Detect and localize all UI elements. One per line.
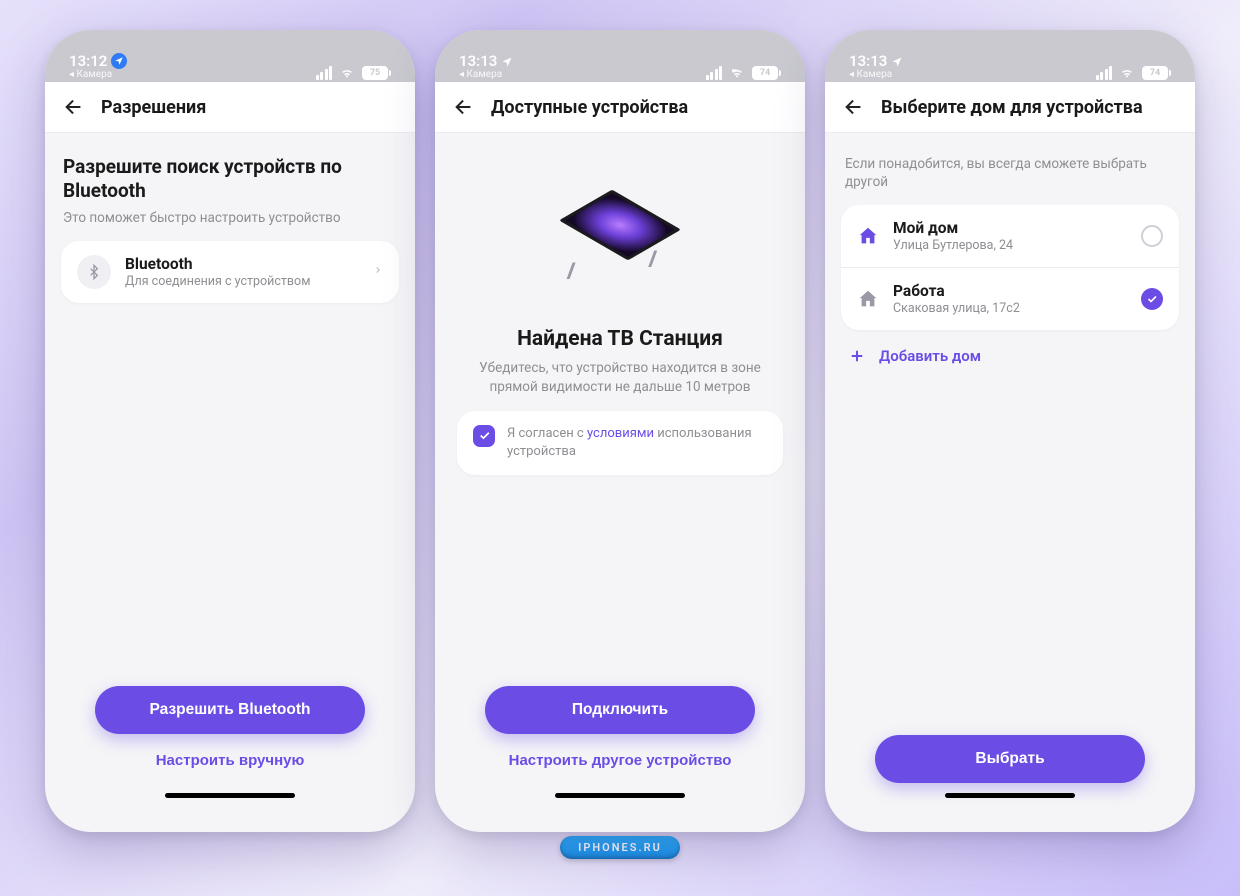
info-text: Если понадобится, вы всегда сможете выбр… bbox=[845, 155, 1175, 191]
status-back-app[interactable]: ◂ Камера bbox=[69, 70, 127, 80]
home-indicator[interactable] bbox=[555, 793, 685, 798]
cell-signal-icon bbox=[706, 66, 723, 80]
home-indicator[interactable] bbox=[945, 793, 1075, 798]
phone-available-devices: 13:13 ◂ Камера 74 Доступные устройства bbox=[435, 30, 805, 832]
home-indicator[interactable] bbox=[165, 793, 295, 798]
home-name: Мой дом bbox=[893, 219, 1127, 237]
house-icon bbox=[857, 225, 879, 247]
nav-header: Разрешения bbox=[45, 82, 415, 133]
watermark: IPHONES.RU bbox=[560, 836, 680, 859]
add-home-label: Добавить дом bbox=[879, 347, 981, 365]
wifi-icon bbox=[1118, 66, 1136, 80]
radio-unchecked-icon[interactable] bbox=[1141, 225, 1163, 247]
home-name: Работа bbox=[893, 282, 1127, 300]
terms-agree-row[interactable]: Я согласен с условиями использования уст… bbox=[457, 411, 783, 475]
bluetooth-title: Bluetooth bbox=[125, 255, 359, 273]
page-title: Доступные устройства bbox=[491, 97, 688, 118]
bluetooth-row[interactable]: Bluetooth Для соединения с устройством bbox=[61, 241, 399, 303]
setup-other-device-button[interactable]: Настроить другое устройство bbox=[509, 738, 732, 783]
status-back-app[interactable]: ◂ Камера bbox=[849, 70, 903, 80]
phone-choose-home: 13:13 ◂ Камера 74 Выберите дом для устро… bbox=[825, 30, 1195, 832]
nav-header: Доступные устройства bbox=[435, 82, 805, 133]
heading: Разрешите поиск устройств по Bluetooth bbox=[63, 155, 397, 203]
location-arrow-icon bbox=[891, 56, 903, 68]
status-bar: 13:13 ◂ Камера 74 bbox=[435, 30, 805, 82]
allow-bluetooth-button[interactable]: Разрешить Bluetooth bbox=[95, 686, 365, 734]
cell-signal-icon bbox=[316, 66, 333, 80]
battery-icon: 74 bbox=[752, 66, 781, 80]
home-item-work[interactable]: Работа Скаковая улица, 17с2 bbox=[841, 267, 1179, 330]
chevron-right-icon bbox=[373, 262, 383, 282]
found-sub: Убедитесь, что устройство находится в зо… bbox=[457, 359, 783, 411]
battery-icon: 74 bbox=[1142, 66, 1171, 80]
status-back-app[interactable]: ◂ Камера bbox=[459, 70, 513, 80]
plus-icon bbox=[847, 346, 867, 366]
setup-manually-button[interactable]: Настроить вручную bbox=[156, 738, 305, 783]
terms-text: Я согласен с условиями использования уст… bbox=[507, 425, 767, 461]
cell-signal-icon bbox=[1096, 66, 1113, 80]
status-time: 13:13 bbox=[849, 54, 887, 69]
battery-icon: 75 bbox=[362, 66, 391, 80]
checkbox-checked-icon[interactable] bbox=[473, 425, 495, 447]
choose-button[interactable]: Выбрать bbox=[875, 735, 1145, 783]
home-list: Мой дом Улица Бутлерова, 24 Работа Скако… bbox=[841, 205, 1179, 330]
status-time: 13:12 bbox=[69, 54, 107, 69]
back-arrow-icon[interactable] bbox=[453, 96, 475, 118]
location-icon bbox=[111, 53, 127, 69]
page-title: Разрешения bbox=[101, 97, 206, 118]
add-home-button[interactable]: Добавить дом bbox=[841, 330, 1179, 382]
back-arrow-icon[interactable] bbox=[843, 96, 865, 118]
home-address: Улица Бутлерова, 24 bbox=[893, 238, 1127, 253]
home-address: Скаковая улица, 17с2 bbox=[893, 301, 1127, 316]
radio-checked-icon[interactable] bbox=[1141, 288, 1163, 310]
wifi-icon bbox=[728, 66, 746, 80]
status-bar: 13:13 ◂ Камера 74 bbox=[825, 30, 1195, 82]
phone-permissions: 13:12 ◂ Камера 75 Разрешения bbox=[45, 30, 415, 832]
house-icon bbox=[857, 288, 879, 310]
bluetooth-sub: Для соединения с устройством bbox=[125, 274, 359, 289]
status-time: 13:13 bbox=[459, 54, 497, 69]
home-item-my-home[interactable]: Мой дом Улица Бутлерова, 24 bbox=[841, 205, 1179, 267]
wifi-icon bbox=[338, 66, 356, 80]
connect-button[interactable]: Подключить bbox=[485, 686, 755, 734]
found-title: Найдена ТВ Станция bbox=[517, 327, 723, 351]
nav-header: Выберите дом для устройства bbox=[825, 82, 1195, 133]
location-arrow-icon bbox=[501, 56, 513, 68]
subheading: Это поможет быстро настроить устройство bbox=[63, 209, 397, 227]
back-arrow-icon[interactable] bbox=[63, 96, 85, 118]
status-bar: 13:12 ◂ Камера 75 bbox=[45, 30, 415, 82]
tv-station-image bbox=[545, 165, 695, 315]
page-title: Выберите дом для устройства bbox=[881, 97, 1143, 118]
terms-link[interactable]: условиями bbox=[587, 426, 654, 441]
bluetooth-icon bbox=[77, 255, 111, 289]
